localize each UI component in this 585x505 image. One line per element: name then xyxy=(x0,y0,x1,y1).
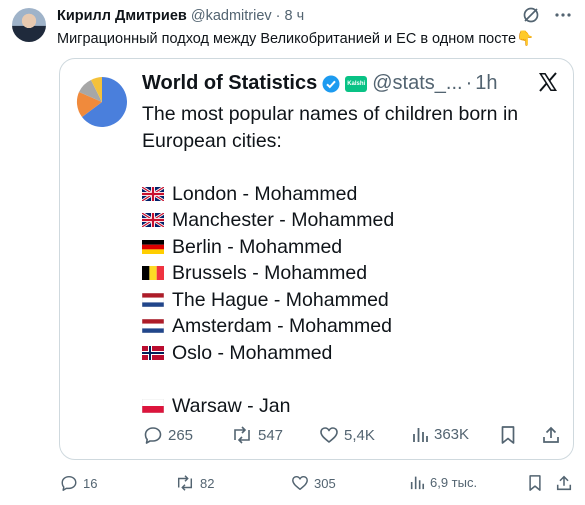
author-avatar[interactable] xyxy=(12,8,46,42)
reply-icon xyxy=(60,474,78,492)
views-icon xyxy=(411,425,429,443)
norway-flag-icon xyxy=(142,345,164,360)
uk-flag-icon xyxy=(142,186,164,201)
bookmark-button[interactable] xyxy=(527,474,543,492)
repost-button[interactable]: 82 xyxy=(175,474,214,492)
verified-icon xyxy=(322,75,340,93)
city-name-text: Amsterdam - Mohammed xyxy=(172,315,392,337)
quote-like-button[interactable]: 5,4K xyxy=(319,425,375,445)
quote-time-separator: · xyxy=(465,72,473,94)
like-button[interactable]: 305 xyxy=(291,474,336,492)
uk-flag-icon xyxy=(142,213,164,228)
list-item: Warsaw - Jan xyxy=(142,393,562,420)
share-button[interactable] xyxy=(555,474,573,492)
quote-time[interactable]: 1h xyxy=(475,72,497,95)
germany-flag-icon xyxy=(142,239,164,254)
like-icon xyxy=(319,425,339,445)
post-header: Кирилл Дмитриев @kadmitriev · 8 ч xyxy=(57,8,304,24)
list-item: The Hague - Mohammed xyxy=(142,287,562,314)
views-button[interactable]: 6,9 тыс. xyxy=(409,474,477,490)
repost-icon xyxy=(231,425,253,445)
quote-bookmark-button[interactable] xyxy=(499,425,517,445)
poland-flag-icon xyxy=(142,398,164,413)
city-name-text: Brussels - Mohammed xyxy=(172,262,368,284)
quote-avatar[interactable] xyxy=(75,75,129,129)
bookmark-icon xyxy=(499,425,517,445)
quote-views-count: 363K xyxy=(434,425,470,443)
post-text-body: Миграционный подход между Великобритание… xyxy=(57,31,517,47)
pointing-down-emoji: 👇 xyxy=(516,31,535,47)
quote-repost-count: 547 xyxy=(258,426,284,444)
quote-reply-count: 265 xyxy=(168,426,194,444)
quote-author-name[interactable]: World of Statistics xyxy=(142,72,317,95)
author-name[interactable]: Кирилл Дмитриев xyxy=(57,8,187,24)
bookmark-icon xyxy=(527,474,543,492)
quote-text: The most popular names of children born … xyxy=(142,101,562,419)
more-icon[interactable] xyxy=(554,6,572,24)
share-icon xyxy=(541,425,561,445)
quote-reply-button[interactable]: 265 xyxy=(143,425,193,445)
city-name-text: Oslo - Mohammed xyxy=(172,341,333,364)
reply-count: 16 xyxy=(83,475,98,491)
list-item: Brussels - Mohammed xyxy=(142,260,562,287)
author-handle[interactable]: @kadmitriev xyxy=(191,8,272,24)
repost-icon xyxy=(175,474,195,492)
quote-like-count: 5,4K xyxy=(344,426,375,444)
post-time[interactable]: 8 ч xyxy=(285,8,305,24)
views-count: 6,9 тыс. xyxy=(430,474,478,490)
netherlands-flag-icon xyxy=(142,292,164,307)
share-icon xyxy=(555,474,573,492)
like-icon xyxy=(291,474,309,492)
repost-count: 82 xyxy=(200,475,215,491)
x-logo-icon[interactable] xyxy=(537,71,559,93)
quote-views-button[interactable]: 363K xyxy=(411,425,469,443)
city-name-text: London - Mohammed xyxy=(172,182,358,205)
affiliate-badge[interactable]: Kalshi xyxy=(345,75,368,92)
list-item: Oslo - Mohammed xyxy=(142,340,562,367)
quote-header: World of Statistics Kalshi @stats_... · … xyxy=(142,72,498,95)
list-item: London - Mohammed xyxy=(142,181,562,208)
quote-intro-line: European cities: xyxy=(142,129,282,152)
city-name-text: Warsaw - Jan xyxy=(172,394,291,417)
netherlands-flag-icon xyxy=(142,319,164,334)
views-icon xyxy=(409,474,425,490)
quote-repost-button[interactable]: 547 xyxy=(231,425,283,445)
reply-icon xyxy=(143,425,163,445)
list-item: Manchester - Mohammed xyxy=(142,207,562,234)
post-top-actions xyxy=(522,6,572,24)
quote-handle[interactable]: @stats_... xyxy=(372,72,462,95)
quote-intro-line: The most popular names of children born … xyxy=(142,103,519,125)
belgium-flag-icon xyxy=(142,266,164,281)
quote-share-button[interactable] xyxy=(541,425,561,445)
reply-button[interactable]: 16 xyxy=(60,474,97,492)
post-text: Миграционный подход между Великобритание… xyxy=(57,30,534,47)
time-separator: · xyxy=(275,8,281,24)
city-name-text: Manchester - Mohammed xyxy=(172,209,395,231)
post-action-bar: 16 82 305 6,9 тыс. xyxy=(57,474,577,496)
list-item: Berlin - Mohammed xyxy=(142,234,562,261)
quote-action-bar: 265 547 5,4K 363K xyxy=(143,425,563,447)
quoted-post[interactable]: World of Statistics Kalshi @stats_... · … xyxy=(59,58,574,460)
grok-icon[interactable] xyxy=(522,6,540,24)
city-name-text: Berlin - Mohammed xyxy=(172,235,343,258)
like-count: 305 xyxy=(314,475,336,491)
list-item: Amsterdam - Mohammed xyxy=(142,313,562,340)
city-name-text: The Hague - Mohammed xyxy=(172,288,389,311)
